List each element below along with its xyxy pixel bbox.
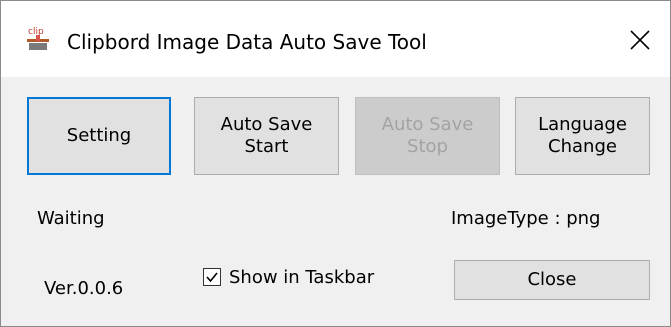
auto-save-stop-label: Auto Save Stop [381, 114, 474, 157]
image-type-text: ImageType : png [451, 208, 601, 229]
version-text: Ver.0.0.6 [44, 278, 124, 299]
auto-save-stop-button: Auto Save Stop [355, 97, 500, 175]
language-change-button[interactable]: Language Change [515, 97, 650, 175]
clip-icon: clip [27, 27, 49, 50]
clip-icon-text: clip [28, 27, 44, 37]
status-text: Waiting [37, 208, 105, 229]
auto-save-start-label: Auto Save Start [220, 114, 313, 157]
close-button[interactable]: Close [454, 260, 650, 300]
auto-save-start-button[interactable]: Auto Save Start [194, 97, 339, 175]
window-title: Clipbord Image Data Auto Save Tool [67, 30, 427, 54]
close-icon[interactable] [627, 27, 653, 53]
close-button-label: Close [527, 269, 577, 290]
setting-button[interactable]: Setting [27, 97, 171, 175]
title-bar[interactable]: clip Clipbord Image Data Auto Save Tool [1, 1, 670, 77]
checkmark-icon [206, 272, 218, 283]
language-change-label: Language Change [538, 114, 627, 157]
show-in-taskbar-label[interactable]: Show in Taskbar [229, 267, 374, 289]
show-in-taskbar-checkbox[interactable] [203, 268, 221, 286]
setting-button-label: Setting [66, 125, 132, 146]
app-window: clip Clipbord Image Data Auto Save Tool … [0, 0, 671, 327]
